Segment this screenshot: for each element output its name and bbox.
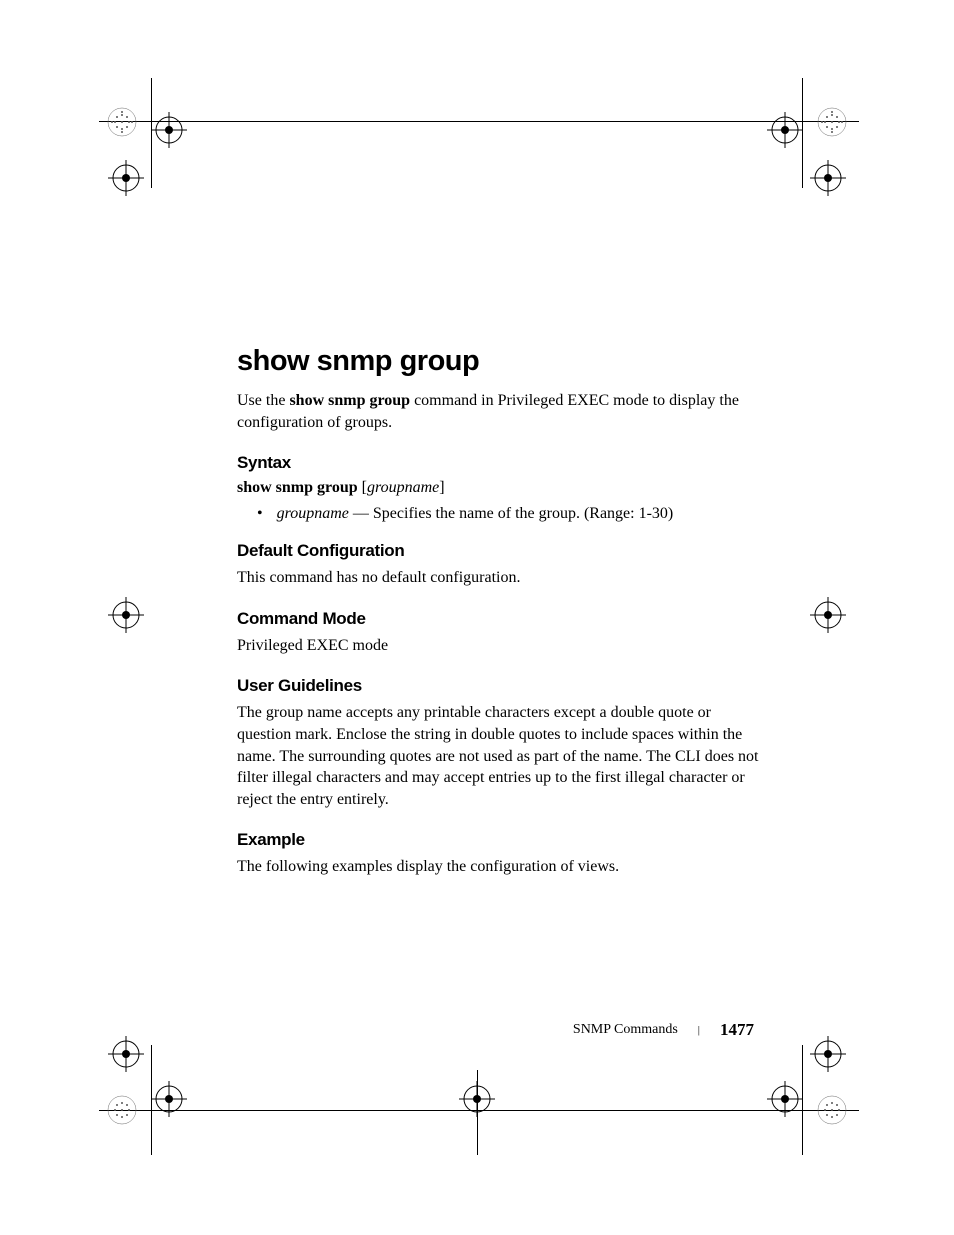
user-guidelines-header: User Guidelines [237, 676, 767, 696]
text: Use the [237, 392, 289, 409]
command-mode-text: Privileged EXEC mode [237, 635, 767, 657]
bracket: ] [439, 479, 444, 496]
bullet-content: groupname — Specifies the name of the gr… [277, 505, 674, 523]
cropmark-line [477, 1070, 478, 1155]
footer-divider-icon: | [698, 1024, 700, 1036]
parameter-bullet: • groupname — Specifies the name of the … [237, 505, 767, 523]
syntax-header: Syntax [237, 453, 767, 473]
syntax-param: groupname [367, 479, 439, 496]
footer-page-number: 1477 [720, 1020, 754, 1040]
footer-section-name: SNMP Commands [573, 1022, 678, 1038]
example-text: The following examples display the confi… [237, 856, 767, 878]
default-config-text: This command has no default configuratio… [237, 567, 767, 589]
example-header: Example [237, 830, 767, 850]
default-config-header: Default Configuration [237, 541, 767, 561]
cropmark-target [810, 1036, 846, 1072]
param-name: groupname [277, 505, 349, 522]
cropmark-target [810, 597, 846, 633]
syntax-line: show snmp group [groupname] [237, 479, 767, 497]
page-footer: SNMP Commands | 1477 [573, 1020, 754, 1040]
cropmark-target [810, 160, 846, 196]
command-mode-header: Command Mode [237, 609, 767, 629]
command-name-bold: show snmp group [289, 392, 410, 409]
intro-paragraph: Use the show snmp group command in Privi… [237, 390, 767, 433]
user-guidelines-text: The group name accepts any printable cha… [237, 702, 767, 810]
cropmark-target [108, 160, 144, 196]
bullet-icon: • [257, 505, 263, 523]
command-title: show snmp group [237, 345, 767, 378]
param-desc: — Specifies the name of the group. (Rang… [349, 505, 673, 522]
page-content: show snmp group Use the show snmp group … [237, 345, 767, 898]
cropmark-target [108, 1036, 144, 1072]
cropmark-target [108, 597, 144, 633]
syntax-command: show snmp group [237, 479, 362, 496]
